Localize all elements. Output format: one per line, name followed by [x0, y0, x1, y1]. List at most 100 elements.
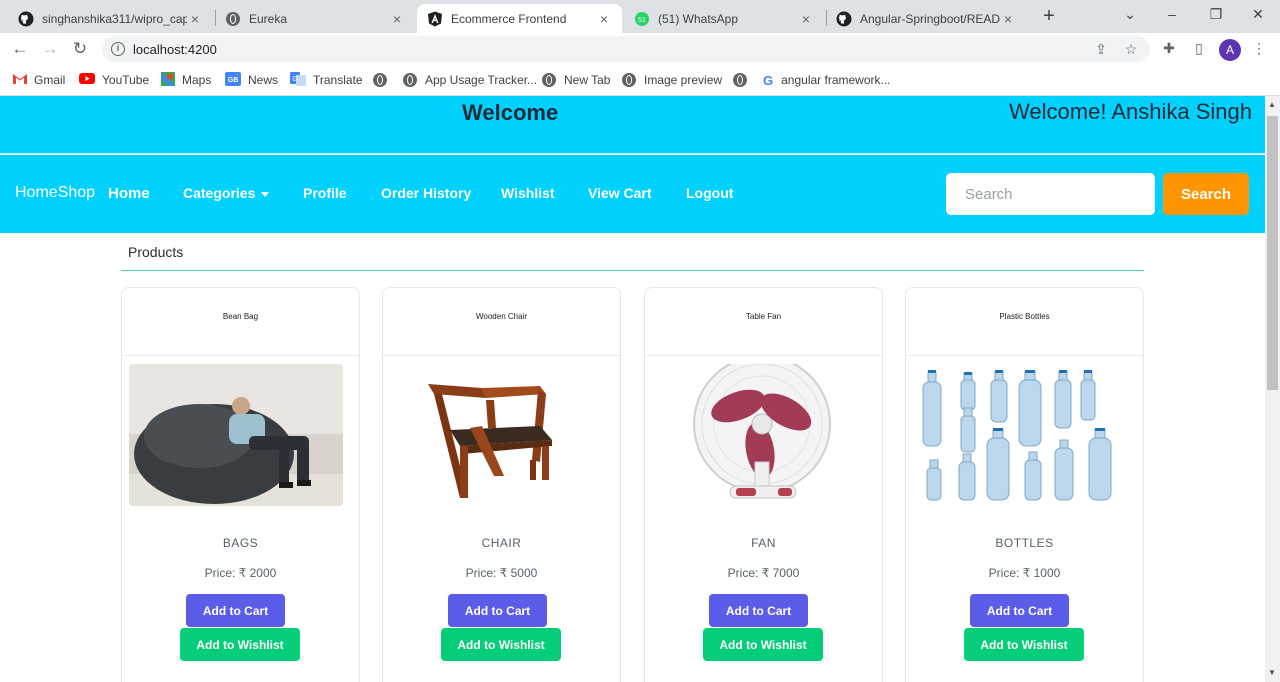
forward-icon[interactable]: → [39, 38, 61, 60]
globe-icon [373, 73, 387, 87]
product-price: Price: ₹ 1000 [988, 566, 1061, 580]
product-category: CHAIR [481, 536, 522, 550]
globe-icon [622, 73, 636, 87]
bookmark-translate[interactable]: G Translate [290, 71, 363, 89]
bookmarks-bar: Gmail YouTube Maps GB News G Translate A… [0, 65, 1280, 96]
svg-text:GB: GB [228, 77, 239, 84]
menu-kebab-icon[interactable]: ⋮ [1250, 39, 1268, 57]
product-category: BAGS [222, 536, 259, 550]
new-tab-button[interactable]: + [1038, 6, 1060, 28]
tab-search-chevron-icon[interactable]: ⌄ [1110, 0, 1150, 30]
search-input[interactable] [946, 173, 1155, 215]
product-image-plastic-bottles [913, 364, 1127, 506]
tab-angular-springboot[interactable]: Angular-Springboot/READMI × [826, 4, 1026, 33]
product-price: Price: ₹ 2000 [204, 566, 277, 580]
user-greeting: Welcome! Anshika Singh [1009, 99, 1252, 124]
bookmark-new-tab[interactable]: New Tab [542, 72, 610, 88]
welcome-header: Welcome Welcome! Anshika Singh [0, 96, 1265, 154]
close-icon[interactable]: × [389, 11, 405, 27]
add-to-cart-button[interactable]: Add to Cart [186, 594, 285, 627]
close-icon[interactable]: × [187, 11, 203, 27]
svg-text:G: G [292, 76, 297, 83]
window-close-icon[interactable]: ✕ [1238, 0, 1278, 30]
search-button[interactable]: Search [1163, 173, 1249, 215]
brand-link[interactable]: HomeShop [15, 184, 95, 202]
nav-categories[interactable]: Categories [183, 185, 270, 201]
bookmark-image-preview[interactable]: Image preview [622, 72, 722, 88]
page-viewport: Welcome Welcome! Anshika Singh HomeShop … [0, 96, 1265, 682]
tab-github-repo[interactable]: singhanshika311/wipro_caps × [8, 4, 213, 33]
bookmark-globe-2[interactable] [733, 72, 747, 88]
product-image-wooden-chair [390, 364, 604, 506]
product-card: Table Fan FAN Price: ₹ 7000 Add to Cart … [644, 287, 883, 682]
tab-eureka[interactable]: Eureka × [215, 4, 415, 33]
github-icon [836, 11, 852, 27]
scrollbar-thumb[interactable] [1267, 116, 1278, 390]
news-icon: GB [225, 71, 241, 89]
add-to-wishlist-button[interactable]: Add to Wishlist [964, 628, 1084, 661]
bookmark-gmail[interactable]: Gmail [13, 72, 65, 88]
nav-wishlist[interactable]: Wishlist [501, 185, 555, 201]
main-navbar: HomeShop Home Categories Profile Order H… [0, 155, 1265, 233]
close-icon[interactable]: × [1000, 11, 1016, 27]
scroll-down-arrow-icon[interactable]: ▼ [1268, 668, 1276, 677]
restore-icon[interactable]: ❐ [1196, 0, 1236, 30]
welcome-heading: Welcome [462, 100, 559, 125]
nav-profile[interactable]: Profile [303, 185, 347, 201]
site-info-icon[interactable]: i [111, 42, 125, 56]
tab-ecommerce-frontend[interactable]: Ecommerce Frontend × [417, 4, 622, 33]
bookmark-globe[interactable] [373, 72, 387, 88]
reload-icon[interactable]: ↻ [69, 38, 91, 60]
back-icon[interactable]: ← [9, 38, 31, 60]
product-image-table-fan [652, 364, 866, 506]
tab-title: Ecommerce Frontend [451, 11, 567, 26]
angular-icon [427, 11, 443, 27]
nav-order-history[interactable]: Order History [381, 185, 471, 201]
product-price: Price: ₹ 5000 [465, 566, 538, 580]
product-name: Plastic Bottles [906, 288, 1143, 356]
bookmark-app-usage-tracker[interactable]: App Usage Tracker... [403, 72, 537, 88]
bookmark-angular-framework[interactable]: G angular framework... [763, 72, 891, 88]
tab-whatsapp[interactable]: 51 (51) WhatsApp × [624, 4, 824, 33]
add-to-cart-button[interactable]: Add to Cart [448, 594, 547, 627]
close-icon[interactable]: × [596, 11, 612, 27]
scroll-up-arrow-icon[interactable]: ▲ [1268, 100, 1276, 109]
bookmark-youtube[interactable]: YouTube [79, 72, 149, 88]
product-card: Wooden Chair CHAIR Price: ₹ 5000 Add to … [382, 287, 621, 682]
svg-text:51: 51 [638, 17, 646, 24]
bookmark-news[interactable]: GB News [225, 71, 278, 89]
add-to-cart-button[interactable]: Add to Cart [970, 594, 1069, 627]
nav-view-cart[interactable]: View Cart [588, 185, 652, 201]
product-card: Bean Bag BAGS Price: ₹ 2000 Add to Cart … [121, 287, 360, 682]
translate-icon: G [290, 71, 306, 89]
add-to-cart-button[interactable]: Add to Cart [709, 594, 808, 627]
add-to-wishlist-button[interactable]: Add to Wishlist [441, 628, 561, 661]
extensions-icon[interactable]: ✚ [1160, 39, 1178, 57]
profile-avatar[interactable]: A [1219, 39, 1241, 61]
browser-toolbar: ← → ↻ i localhost:4200 ⇪ ☆ ✚ ▯ ⋮ [0, 33, 1280, 65]
nav-home[interactable]: Home [108, 185, 150, 202]
nav-categories-label: Categories [183, 185, 256, 201]
product-price: Price: ₹ 7000 [727, 566, 800, 580]
product-card: Plastic Bottles BOTTLES Price: ₹ 1000 Ad… [905, 287, 1144, 682]
tab-title: singhanshika311/wipro_caps [42, 11, 187, 26]
browser-tab-strip: singhanshika311/wipro_caps × Eureka × Ec… [0, 0, 1280, 33]
caret-down-icon [261, 191, 270, 197]
close-icon[interactable]: × [798, 11, 814, 27]
maps-icon [161, 71, 175, 89]
add-to-wishlist-button[interactable]: Add to Wishlist [180, 628, 300, 661]
product-category: FAN [751, 536, 776, 550]
products-heading: Products [128, 244, 184, 260]
nav-logout[interactable]: Logout [686, 185, 733, 201]
share-icon[interactable]: ⇪ [1093, 41, 1109, 57]
bookmark-maps[interactable]: Maps [161, 71, 211, 89]
side-panel-icon[interactable]: ▯ [1190, 39, 1208, 57]
add-to-wishlist-button[interactable]: Add to Wishlist [703, 628, 823, 661]
address-bar[interactable]: i localhost:4200 ⇪ ☆ [102, 36, 1150, 62]
github-icon [18, 11, 34, 27]
minimize-icon[interactable]: – [1152, 0, 1192, 30]
globe-icon [225, 11, 241, 27]
bookmark-star-icon[interactable]: ☆ [1123, 41, 1139, 57]
tab-title: Eureka [249, 11, 288, 26]
youtube-icon [79, 73, 95, 87]
